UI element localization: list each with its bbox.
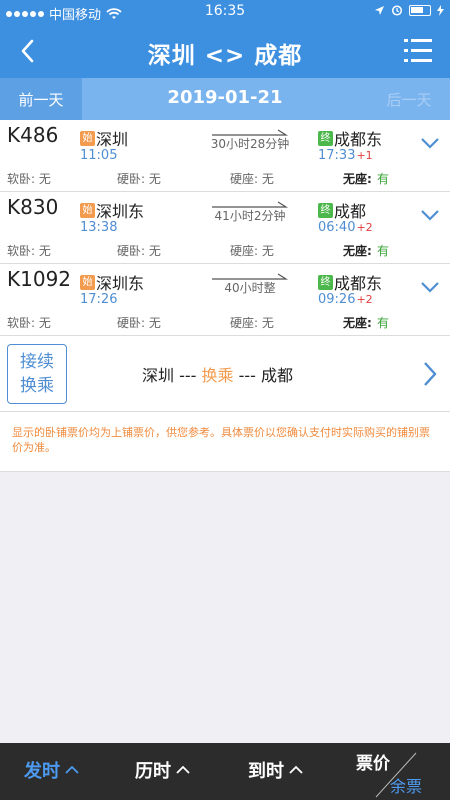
train-number: K830 xyxy=(7,195,59,219)
page-title: 深圳 <> 成都 xyxy=(147,43,303,69)
arrival-station: 终 成都东 xyxy=(318,126,382,150)
travel-duration: 41小时2分钟 xyxy=(214,209,286,223)
sort-depart-button[interactable]: 发时 xyxy=(24,757,79,783)
departure-time: 13:38 xyxy=(80,220,118,235)
start-badge: 始 xyxy=(80,202,95,218)
arrival-time-value: 17:33 xyxy=(318,148,356,163)
departure-station: 始 深圳东 xyxy=(80,198,144,222)
chevron-right-icon[interactable] xyxy=(422,360,438,388)
no-seat-value: 有 xyxy=(377,172,390,186)
sort-duration-button[interactable]: 历时 xyxy=(135,757,190,783)
route-transfer: 换乘 xyxy=(201,366,234,385)
alarm-icon xyxy=(391,5,403,16)
caret-up-icon xyxy=(176,765,190,774)
battery-icon xyxy=(409,4,431,16)
arrival-station-name: 成都 xyxy=(334,202,367,221)
next-day-button[interactable]: 后一天 xyxy=(368,78,450,120)
departure-station-name: 深圳 xyxy=(96,130,129,149)
departure-station-name: 深圳东 xyxy=(96,274,145,293)
end-badge: 终 xyxy=(318,202,333,218)
train-row[interactable]: K486 始 深圳 11:05 30小时28分钟 终 成都东 17:33+1 软… xyxy=(0,120,450,192)
transfer-button[interactable]: 接续 换乘 xyxy=(7,344,67,404)
transfer-button-line2: 换乘 xyxy=(20,376,54,396)
caret-up-icon xyxy=(65,765,79,774)
hard-sleeper: 硬卧: 无 xyxy=(117,316,161,330)
departure-station: 始 深圳东 xyxy=(80,270,144,294)
arrival-station-name: 成都东 xyxy=(334,274,383,293)
charging-icon xyxy=(437,4,444,16)
sort-depart-label: 发时 xyxy=(24,761,60,782)
chevron-down-icon[interactable] xyxy=(420,280,440,294)
day-offset: +2 xyxy=(356,221,373,234)
sort-bar: 发时 历时 到时 票价 余票 xyxy=(0,743,450,800)
departure-time: 11:05 xyxy=(80,148,118,163)
train-row[interactable]: K830 始 深圳东 13:38 41小时2分钟 终 成都 06:40+2 软卧… xyxy=(0,192,450,264)
day-offset: +2 xyxy=(356,293,373,306)
no-seat-label: 无座: xyxy=(343,172,372,186)
nav-header: 深圳 <> 成都 xyxy=(0,24,450,78)
travel-duration: 30小时28分钟 xyxy=(210,137,290,151)
arrival-time-value: 06:40 xyxy=(318,220,356,235)
route-to: 成都 xyxy=(261,366,294,385)
end-badge: 终 xyxy=(318,130,333,146)
departure-station-name: 深圳东 xyxy=(96,202,145,221)
route-separator: --- xyxy=(174,366,202,385)
arrival-station: 终 成都东 xyxy=(318,270,382,294)
train-list: K486 始 深圳 11:05 30小时28分钟 终 成都东 17:33+1 软… xyxy=(0,120,450,472)
hard-seat: 硬座: 无 xyxy=(230,172,274,186)
no-seat-value: 有 xyxy=(377,244,390,258)
day-offset: +1 xyxy=(356,149,373,162)
hard-sleeper: 硬卧: 无 xyxy=(117,244,161,258)
remaining-label: 余票 xyxy=(390,777,423,796)
arrival-station: 终 成都 xyxy=(318,198,366,222)
end-badge: 终 xyxy=(318,274,333,290)
arrival-time: 06:40+2 xyxy=(318,220,373,235)
price-remaining-toggle[interactable]: 票价 余票 xyxy=(340,743,450,800)
route-separator: --- xyxy=(233,366,262,385)
transfer-route: 深圳 --- 换乘 --- 成都 xyxy=(142,362,293,386)
travel-duration: 40小时整 xyxy=(224,281,276,295)
chevron-down-icon[interactable] xyxy=(420,208,440,222)
start-badge: 始 xyxy=(80,274,95,290)
soft-sleeper: 软卧: 无 xyxy=(7,244,51,258)
soft-sleeper: 软卧: 无 xyxy=(7,172,51,186)
date-bar: 前一天 2019-01-21 后一天 xyxy=(0,78,450,120)
no-seat-label: 无座: xyxy=(343,316,372,330)
arrival-time: 09:26+2 xyxy=(318,292,373,307)
price-label: 票价 xyxy=(356,754,390,774)
price-notice: 显示的卧铺票价均为上铺票价，供您参考。具体票价以您确认支付时实际购买的铺别票价为… xyxy=(0,412,450,472)
seat-availability: 软卧: 无 硬卧: 无 硬座: 无 无座: 有 xyxy=(7,242,390,258)
train-number: K486 xyxy=(7,123,59,147)
train-row[interactable]: K1092 始 深圳东 17:26 40小时整 终 成都东 09:26+2 软卧… xyxy=(0,264,450,336)
sort-arrive-label: 到时 xyxy=(248,761,284,782)
sort-duration-label: 历时 xyxy=(135,761,171,782)
status-right xyxy=(374,4,444,16)
arrival-station-name: 成都东 xyxy=(334,130,383,149)
chevron-down-icon[interactable] xyxy=(420,136,440,150)
transfer-button-line1: 接续 xyxy=(20,352,54,372)
list-menu-icon[interactable] xyxy=(404,36,432,66)
location-icon xyxy=(375,5,384,15)
caret-up-icon xyxy=(289,765,303,774)
no-seat-value: 有 xyxy=(377,316,390,330)
train-number: K1092 xyxy=(7,267,72,291)
transfer-row[interactable]: 接续 换乘 深圳 --- 换乘 --- 成都 xyxy=(0,336,450,412)
departure-station: 始 深圳 xyxy=(80,126,128,150)
departure-time: 17:26 xyxy=(80,292,118,307)
hard-seat: 硬座: 无 xyxy=(230,244,274,258)
hard-seat: 硬座: 无 xyxy=(230,316,274,330)
start-badge: 始 xyxy=(80,130,95,146)
no-seat-label: 无座: xyxy=(343,244,372,258)
soft-sleeper: 软卧: 无 xyxy=(7,316,51,330)
arrival-time-value: 09:26 xyxy=(318,292,356,307)
hard-sleeper: 硬卧: 无 xyxy=(117,172,161,186)
sort-arrive-button[interactable]: 到时 xyxy=(248,757,303,783)
status-bar: 中国移动 16:35 xyxy=(0,0,450,24)
seat-availability: 软卧: 无 硬卧: 无 硬座: 无 无座: 有 xyxy=(7,314,390,330)
seat-availability: 软卧: 无 硬卧: 无 硬座: 无 无座: 有 xyxy=(7,170,390,186)
route-from: 深圳 xyxy=(142,366,175,385)
arrival-time: 17:33+1 xyxy=(318,148,373,163)
